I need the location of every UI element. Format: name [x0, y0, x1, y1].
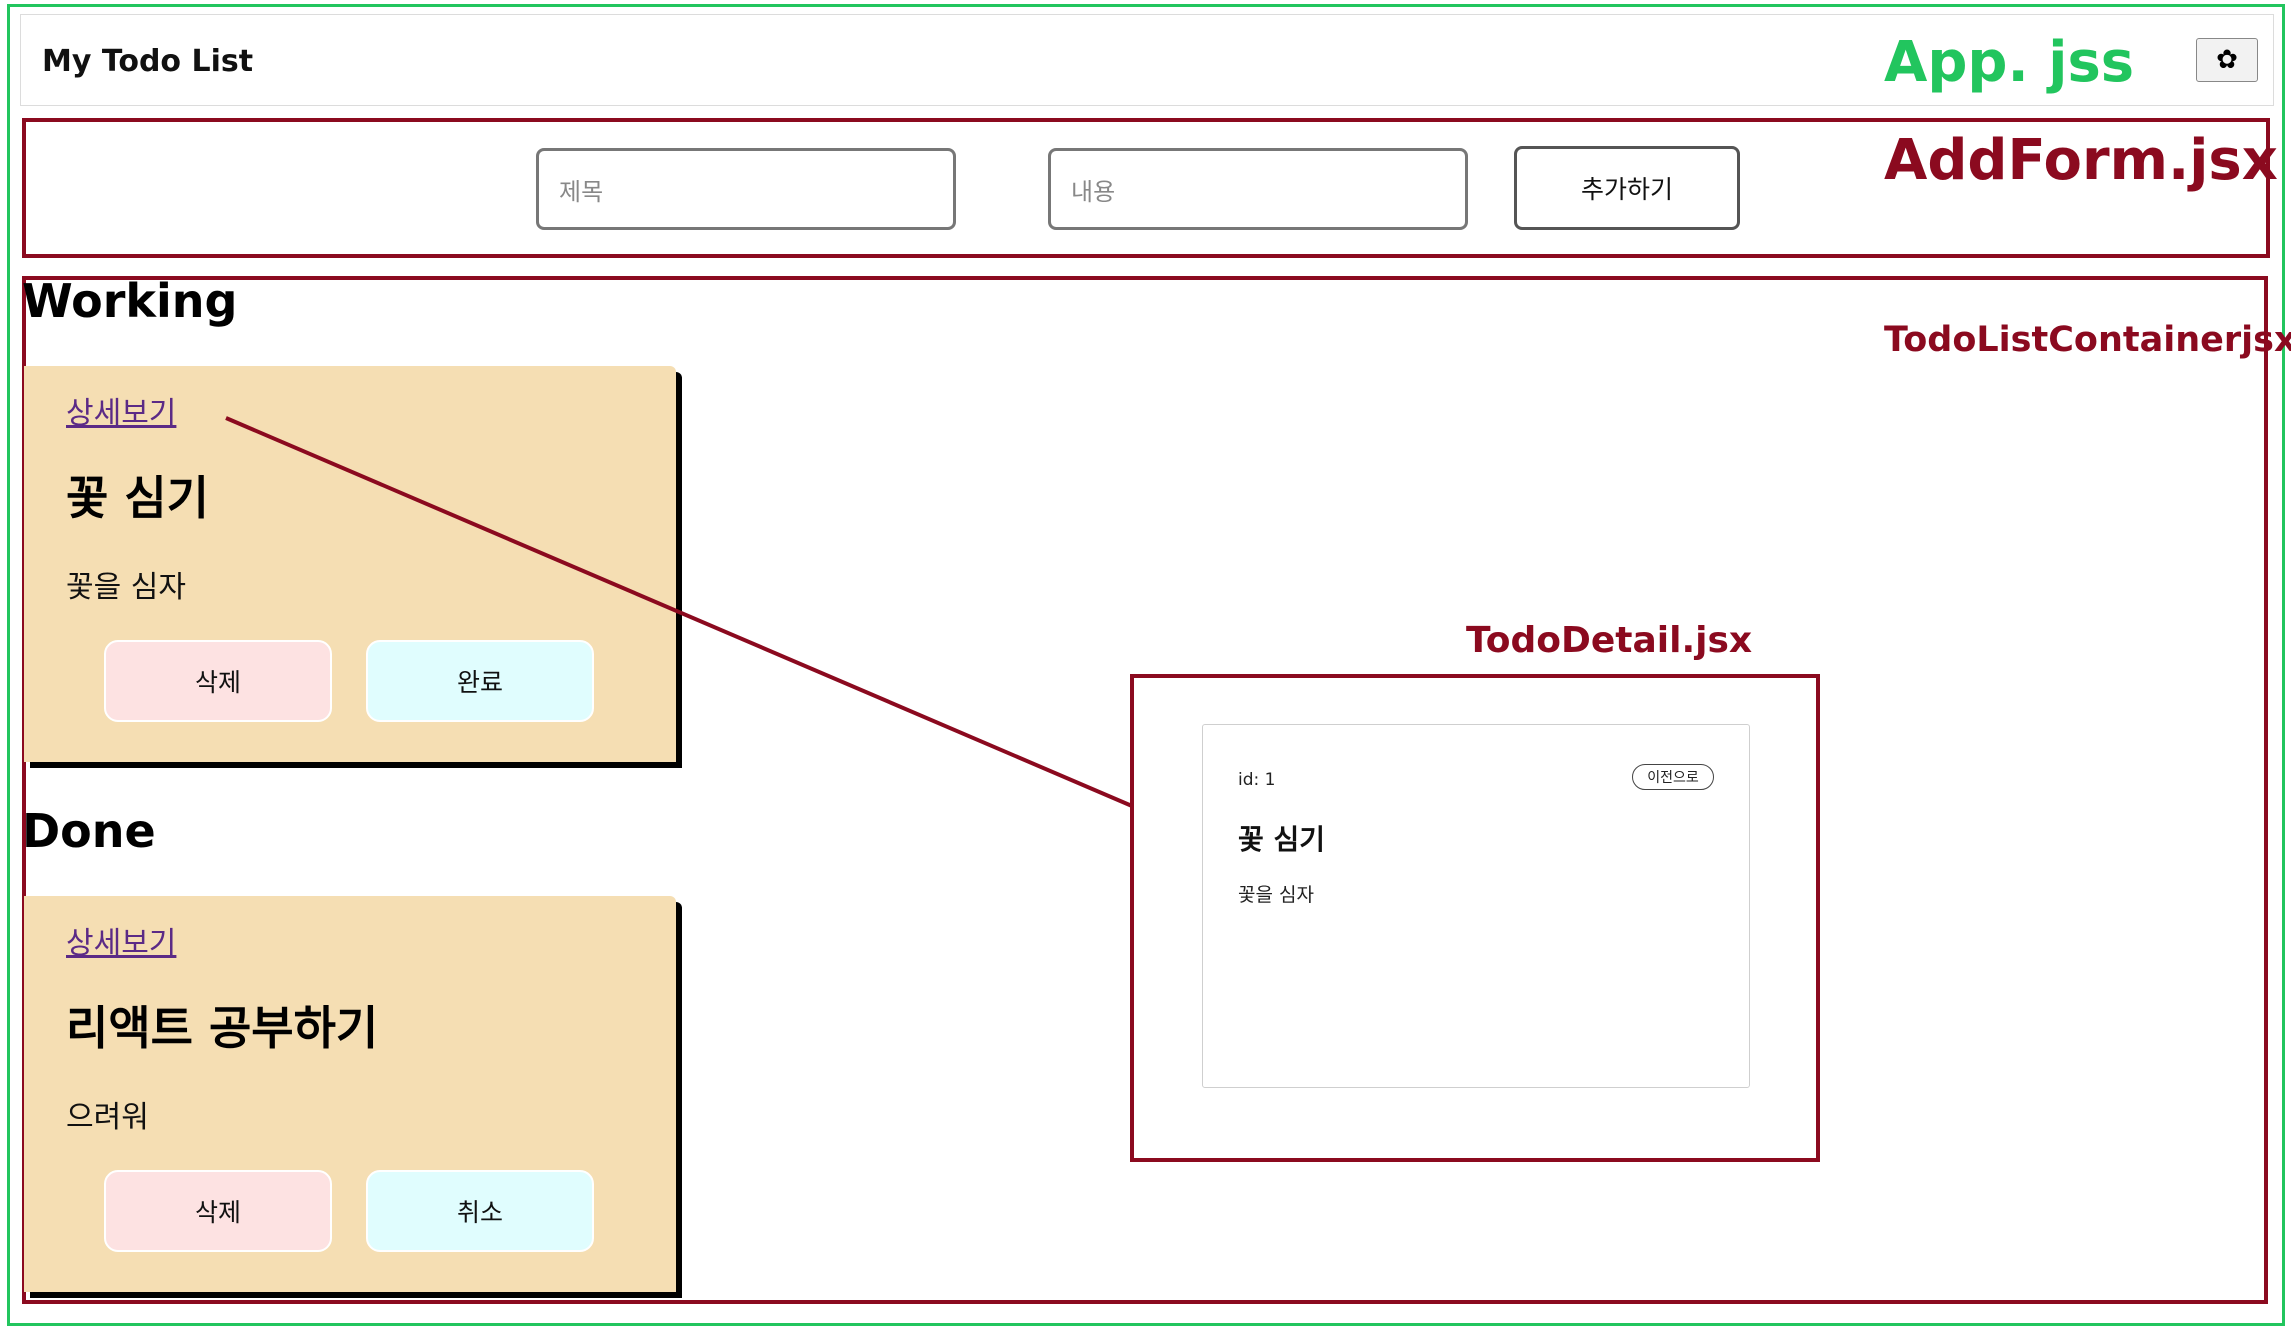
detail-title: 꽃 심기: [1238, 823, 1326, 856]
content-input[interactable]: 내용: [1048, 148, 1468, 230]
todo-content: 으려워: [66, 1100, 149, 1135]
addform-component-label: AddForm.jsx: [1884, 128, 2278, 193]
todo-card-done: 상세보기 리액트 공부하기 으려워 삭제 취소: [24, 896, 676, 1292]
add-button[interactable]: 추가하기: [1514, 146, 1740, 230]
working-section-title: Working: [22, 274, 238, 328]
todo-content: 꽃을 심자: [66, 570, 186, 605]
app-component-label: App. jss: [1884, 30, 2135, 95]
todo-card-working: 상세보기 꽃 심기 꽃을 심자 삭제 완료: [24, 366, 676, 762]
title-input[interactable]: 제목: [536, 148, 956, 230]
app-title: My Todo List: [42, 44, 254, 79]
todo-title: 리액트 공부하기: [66, 1001, 379, 1055]
flower-icon: ✿: [2216, 45, 2238, 75]
detail-component-label: TodoDetail.jsx: [1466, 620, 1753, 661]
detail-content: 꽃을 심자: [1238, 884, 1314, 906]
header-button[interactable]: ✿: [2196, 38, 2258, 82]
detail-link[interactable]: 상세보기: [66, 918, 176, 962]
todo-title: 꽃 심기: [66, 471, 209, 525]
delete-button[interactable]: 삭제: [104, 640, 332, 722]
cancel-button[interactable]: 취소: [366, 1170, 594, 1252]
delete-button[interactable]: 삭제: [104, 1170, 332, 1252]
detail-id: id: 1: [1238, 770, 1276, 790]
container-component-label: TodoListContainerjsx: [1884, 320, 2291, 360]
title-placeholder: 제목: [559, 177, 604, 206]
detail-link[interactable]: 상세보기: [66, 388, 176, 432]
complete-button[interactable]: 완료: [366, 640, 594, 722]
back-button[interactable]: 이전으로: [1632, 764, 1714, 790]
done-section-title: Done: [22, 804, 156, 858]
content-placeholder: 내용: [1071, 177, 1116, 206]
